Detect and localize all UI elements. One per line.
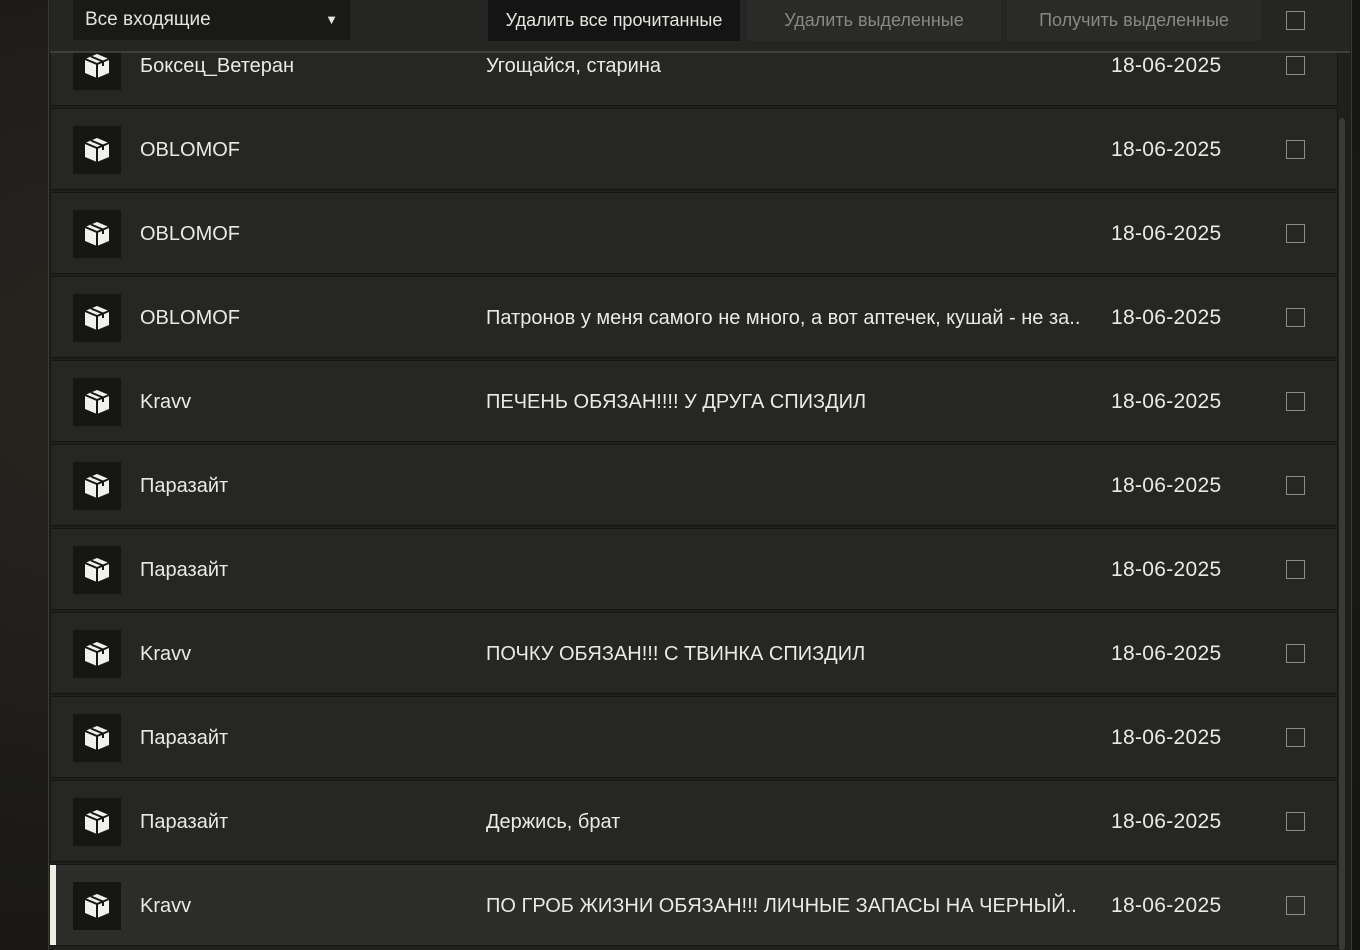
message-sender: OBLOMOF xyxy=(140,223,241,245)
message-checkbox[interactable] xyxy=(1286,728,1305,747)
message-date: 18-06-2025 xyxy=(1111,558,1222,581)
message-date: 18-06-2025 xyxy=(1111,810,1222,833)
message-sender: Паразайт xyxy=(140,475,229,497)
message-checkbox[interactable] xyxy=(1286,896,1305,915)
scrollbar[interactable] xyxy=(1339,118,1345,950)
inbox-filter-value: Все входящие xyxy=(85,9,211,30)
message-checkbox[interactable] xyxy=(1286,140,1305,159)
message-checkbox[interactable] xyxy=(1286,56,1305,75)
message-subject: Держись, брат xyxy=(486,811,621,833)
delete-all-read-button[interactable]: Удалить все прочитанные xyxy=(488,0,740,41)
message-checkbox[interactable] xyxy=(1286,812,1305,831)
message-list: Боксец_Ветеран Угощайся, старина 18-06-202… xyxy=(50,0,1338,950)
message-sender: OBLOMOF xyxy=(140,307,241,329)
message-subject: ПОЧКУ ОБЯЗАН!!! С ТВИНКА СПИЗДИЛ xyxy=(486,643,866,665)
package-box-icon xyxy=(73,798,121,846)
message-sender: Kravv xyxy=(140,391,192,413)
message-checkbox[interactable] xyxy=(1286,308,1305,327)
message-sender: Kravv xyxy=(140,643,192,665)
message-subject: Патронов у меня самого не много, а вот а… xyxy=(486,307,1081,329)
message-checkbox[interactable] xyxy=(1286,224,1305,243)
message-sender: Kravv xyxy=(140,895,192,917)
message-row[interactable]: Паразайт Держись, брат 18-06-2025 xyxy=(50,780,1338,862)
message-row[interactable]: Паразайт 18-06-2025 xyxy=(50,444,1338,526)
message-checkbox[interactable] xyxy=(1286,392,1305,411)
package-box-icon xyxy=(73,378,121,426)
message-date: 18-06-2025 xyxy=(1111,222,1222,245)
message-row[interactable]: Kravv ПО ГРОБ ЖИЗНИ ОБЯЗАН!!! ЛИЧНЫЕ ЗАПА… xyxy=(50,864,1338,946)
inbox-filter-dropdown[interactable]: Все входящие ▼ xyxy=(73,0,350,40)
message-row[interactable]: Kravv ПЕЧЕНЬ ОБЯЗАН!!!! У ДРУГА СПИЗДИЛ 18… xyxy=(50,360,1338,442)
message-sender: Паразайт xyxy=(140,559,229,581)
chevron-down-icon: ▼ xyxy=(325,12,338,27)
message-row[interactable]: OBLOMOF 18-06-2025 xyxy=(50,108,1338,190)
message-subject: ПЕЧЕНЬ ОБЯЗАН!!!! У ДРУГА СПИЗДИЛ xyxy=(486,391,867,413)
package-box-icon xyxy=(73,294,121,342)
message-date: 18-06-2025 xyxy=(1111,642,1222,665)
message-date: 18-06-2025 xyxy=(1111,138,1222,161)
message-sender: Паразайт xyxy=(140,727,229,749)
delete-selected-button[interactable]: Удалить выделенные xyxy=(747,0,1001,41)
message-date: 18-06-2025 xyxy=(1111,306,1222,329)
message-date: 18-06-2025 xyxy=(1111,474,1222,497)
message-checkbox[interactable] xyxy=(1286,644,1305,663)
package-box-icon xyxy=(73,126,121,174)
package-box-icon xyxy=(73,714,121,762)
message-date: 18-06-2025 xyxy=(1111,894,1222,917)
select-all-checkbox[interactable] xyxy=(1286,11,1305,30)
message-row[interactable]: OBLOMOF 18-06-2025 xyxy=(50,192,1338,274)
message-row[interactable]: Паразайт 18-06-2025 xyxy=(50,528,1338,610)
package-box-icon xyxy=(73,630,121,678)
package-box-icon xyxy=(73,210,121,258)
message-checkbox[interactable] xyxy=(1286,476,1305,495)
message-subject: ПО ГРОБ ЖИЗНИ ОБЯЗАН!!! ЛИЧНЫЕ ЗАПАСЫ НА… xyxy=(486,895,1077,917)
message-row[interactable]: Kravv ПОЧКУ ОБЯЗАН!!! С ТВИНКА СПИЗДИЛ 18-… xyxy=(50,612,1338,694)
package-box-icon xyxy=(73,546,121,594)
receive-selected-button[interactable]: Получить выделенные xyxy=(1007,0,1261,41)
message-sender: Паразайт xyxy=(140,811,229,833)
package-box-icon xyxy=(73,462,121,510)
message-row[interactable]: OBLOMOF Патронов у меня самого не много, … xyxy=(50,276,1338,358)
message-date: 18-06-2025 xyxy=(1111,390,1222,413)
message-date: 18-06-2025 xyxy=(1111,726,1222,749)
message-checkbox[interactable] xyxy=(1286,560,1305,579)
message-row[interactable]: Паразайт 18-06-2025 xyxy=(50,696,1338,778)
package-box-icon xyxy=(73,882,121,930)
message-sender: OBLOMOF xyxy=(140,139,241,161)
